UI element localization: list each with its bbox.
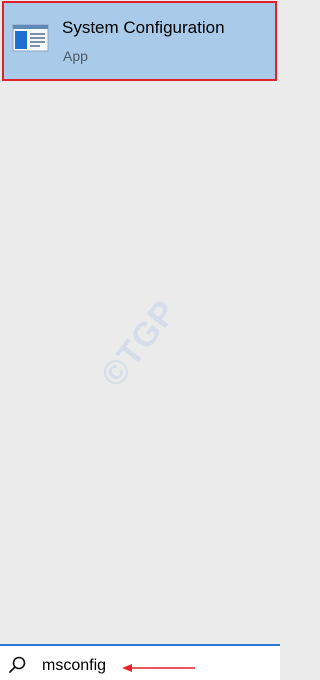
result-type-label: App bbox=[63, 48, 88, 64]
system-configuration-app-icon bbox=[12, 24, 49, 52]
search-icon bbox=[8, 655, 28, 675]
red-arrow-annotation bbox=[122, 660, 196, 672]
result-title: System Configuration bbox=[62, 18, 225, 37]
search-bar[interactable]: msconfig bbox=[0, 644, 280, 680]
watermark-text: ©TGP bbox=[93, 292, 185, 395]
best-match-result-system-configuration[interactable]: System Configuration App bbox=[2, 1, 277, 81]
search-input[interactable]: msconfig bbox=[42, 657, 106, 675]
start-search-panel: System Configuration App ©TGP msconfig bbox=[0, 0, 280, 680]
